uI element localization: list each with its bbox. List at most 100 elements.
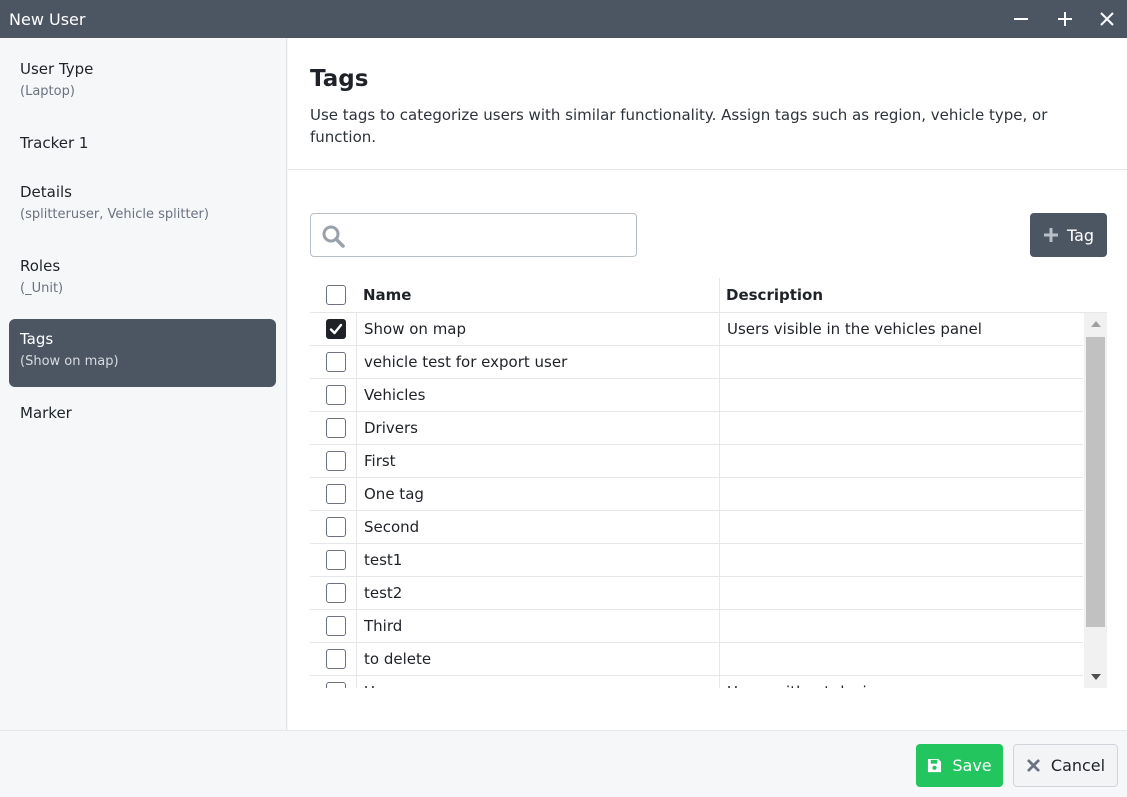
arrow-up-icon: [1090, 321, 1101, 327]
column-header-description[interactable]: Description: [726, 278, 823, 312]
tag-description-cell: [720, 478, 1083, 510]
checkbox-cell: [310, 445, 357, 477]
row-checkbox[interactable]: [326, 418, 346, 438]
search-box[interactable]: [310, 213, 637, 257]
checkbox-cell: [310, 346, 357, 378]
row-checkbox[interactable]: [326, 649, 346, 669]
checkbox-cell: [310, 412, 357, 444]
table-row[interactable]: vehicle test for export user: [310, 346, 1083, 379]
table-row[interactable]: Vehicles: [310, 379, 1083, 412]
sidebar-item-marker[interactable]: Marker: [9, 400, 276, 430]
row-checkbox[interactable]: [326, 451, 346, 471]
table-row[interactable]: First: [310, 445, 1083, 478]
page-description: Use tags to categorize users with simila…: [310, 106, 1048, 146]
tag-name-cell: Third: [357, 610, 720, 642]
cancel-label: Cancel: [1050, 756, 1106, 775]
checkbox-cell: [310, 610, 357, 642]
section-header: Tags Use tags to categorize users with s…: [288, 38, 1127, 170]
sidebar-item-sublabel: (Laptop): [20, 84, 75, 99]
row-checkbox[interactable]: [326, 352, 346, 372]
close-button[interactable]: [1087, 0, 1127, 38]
table-header: Name Description: [310, 278, 1107, 313]
table-row[interactable]: Drivers: [310, 412, 1083, 445]
column-divider[interactable]: [719, 278, 720, 312]
minimize-button[interactable]: [999, 0, 1043, 38]
table-row[interactable]: UsersUsers without device: [310, 676, 1083, 688]
sidebar-item-user-type[interactable]: User Type (Laptop): [9, 56, 276, 108]
row-checkbox[interactable]: [326, 319, 346, 339]
save-label: Save: [952, 756, 992, 775]
close-icon: [1027, 759, 1040, 772]
sidebar-item-label: Roles: [20, 257, 61, 275]
page-title: Tags: [310, 66, 369, 92]
tag-name-cell: Second: [357, 511, 720, 543]
tags-table: Name Description UsersUsers without devi…: [310, 278, 1107, 688]
sidebar-item-label: Details: [20, 183, 73, 201]
table-row[interactable]: Second: [310, 511, 1083, 544]
tag-description-cell: Users visible in the vehicles panel: [727, 320, 982, 338]
sidebar-item-label: Tags: [20, 330, 54, 348]
row-checkbox[interactable]: [326, 484, 346, 504]
tag-name-cell: Show on map: [357, 313, 720, 345]
table-row[interactable]: Third: [310, 610, 1083, 643]
cancel-button[interactable]: Cancel: [1013, 744, 1118, 787]
sidebar-item-roles[interactable]: Roles (_Unit): [9, 253, 276, 305]
scrollbar[interactable]: [1084, 313, 1107, 688]
sidebar-item-sublabel: (_Unit): [20, 281, 64, 296]
sidebar-item-label: Tracker 1: [20, 134, 89, 152]
sidebar-item-details[interactable]: Details (splitteruser, Vehicle splitter): [9, 179, 276, 231]
table-row[interactable]: test2: [310, 577, 1083, 610]
row-checkbox[interactable]: [326, 583, 346, 603]
maximize-button[interactable]: [1043, 0, 1087, 38]
scroll-down-button[interactable]: [1084, 666, 1107, 688]
select-all-checkbox[interactable]: [326, 285, 346, 305]
row-checkbox[interactable]: [326, 682, 346, 688]
table-row[interactable]: test1: [310, 544, 1083, 577]
row-checkbox[interactable]: [326, 550, 346, 570]
scroll-up-button[interactable]: [1084, 313, 1107, 335]
table-row[interactable]: Show on map Users visible in the vehicles…: [310, 313, 1083, 346]
close-icon: [1100, 12, 1114, 26]
tag-description-cell: [720, 544, 1083, 576]
dialog-footer: Save Cancel: [0, 730, 1127, 797]
tag-description-cell: [720, 577, 1083, 609]
save-icon: [928, 758, 942, 773]
row-checkbox[interactable]: [326, 517, 346, 537]
row-checkbox[interactable]: [326, 385, 346, 405]
checkbox-cell: [310, 577, 357, 609]
column-header-name[interactable]: Name: [363, 278, 411, 312]
row-checkbox[interactable]: [326, 616, 346, 636]
tag-name-cell: First: [357, 445, 720, 477]
add-tag-button[interactable]: Tag: [1030, 213, 1107, 257]
checkbox-cell: [310, 511, 357, 543]
checkbox-cell: [310, 379, 357, 411]
search-input[interactable]: [355, 220, 627, 250]
tag-name-cell: test2: [357, 577, 720, 609]
tag-description-cell: [720, 610, 1083, 642]
sidebar-item-tracker[interactable]: Tracker 1: [9, 130, 276, 160]
tag-name-cell: Users: [357, 676, 720, 688]
checkmark-icon: [329, 323, 343, 335]
search-icon: [322, 225, 345, 248]
window-titlebar: New User: [0, 0, 1127, 38]
tag-description-cell: Users without device: [720, 676, 1083, 688]
tag-name-cell: One tag: [357, 478, 720, 510]
main-panel: Tags Use tags to categorize users with s…: [288, 38, 1127, 730]
save-button[interactable]: Save: [916, 744, 1003, 787]
tag-description-cell: [720, 643, 1083, 675]
checkbox-cell: [310, 313, 357, 345]
plus-icon: [1043, 228, 1058, 242]
minus-icon: [1014, 18, 1028, 20]
plus-icon: [1058, 12, 1072, 26]
tag-name-cell: test1: [357, 544, 720, 576]
table-row[interactable]: to delete: [310, 643, 1083, 676]
table-row[interactable]: One tag: [310, 478, 1083, 511]
tag-description-cell: [720, 412, 1083, 444]
tag-name-cell: vehicle test for export user: [357, 346, 720, 378]
scrollbar-thumb[interactable]: [1086, 337, 1105, 627]
sidebar-item-label: Marker: [20, 404, 72, 422]
sidebar-item-tags[interactable]: Tags (Show on map): [9, 319, 276, 387]
tag-description-cell: [720, 511, 1083, 543]
checkbox-cell: [310, 478, 357, 510]
tag-name-cell: Vehicles: [357, 379, 720, 411]
